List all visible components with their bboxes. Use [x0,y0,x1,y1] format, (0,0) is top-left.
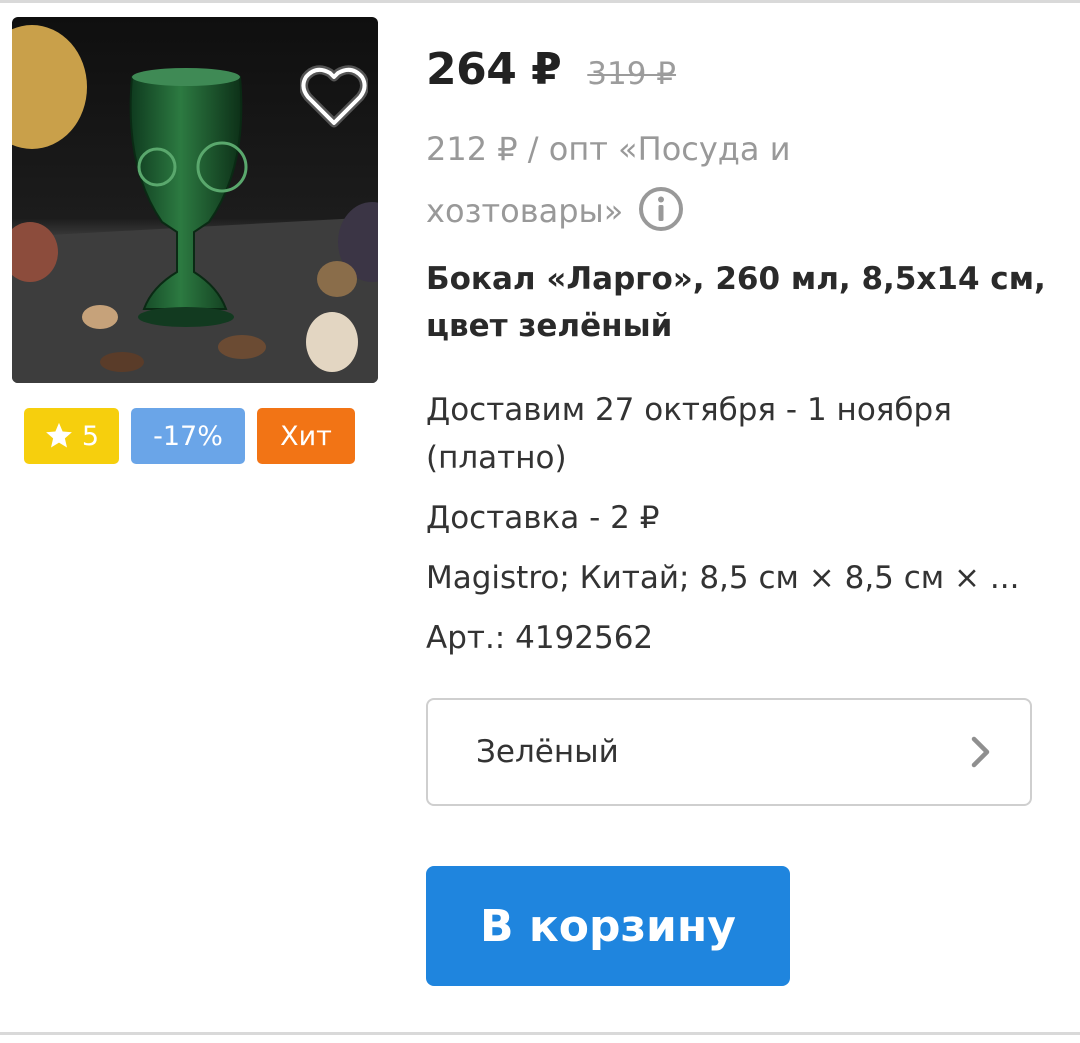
color-selector-value: Зелёный [476,734,619,770]
wholesale-text: 212 ₽ / опт «Посуда и хозтовары» [426,130,791,230]
color-selector[interactable]: Зелёный [426,698,1032,806]
heart-icon [300,65,368,128]
top-divider [0,0,1080,3]
info-icon[interactable] [637,185,685,233]
price-row: 264 ₽ 319 ₽ [426,44,676,100]
discount-badge: -17% [131,408,245,464]
hit-badge: Хит [257,408,355,464]
product-title[interactable]: Бокал «Ларго», 260 мл, 8,5x14 см, цвет з… [426,256,1056,350]
chevron-right-icon [971,736,990,768]
product-sku: Арт.: 4192562 [426,620,654,656]
rating-value: 5 [81,420,100,452]
product-specs: Magistro; Китай; 8,5 см × 8,5 см × ... [426,560,1020,596]
delivery-dates: Доставим 27 октября - 1 ноября (платно) [426,392,952,476]
favorite-button[interactable] [300,65,368,129]
wholesale-price: 212 ₽ / опт «Посуда и хозтовары» [426,118,846,242]
bottom-divider [0,1032,1080,1035]
add-to-cart-button[interactable]: В корзину [426,866,790,986]
current-price: 264 ₽ [426,44,562,95]
delivery-cost: Доставка - 2 ₽ [426,500,660,536]
old-price: 319 ₽ [587,56,677,92]
product-image[interactable] [12,17,378,383]
rating-badge: 5 [24,408,119,464]
star-icon [46,422,72,448]
